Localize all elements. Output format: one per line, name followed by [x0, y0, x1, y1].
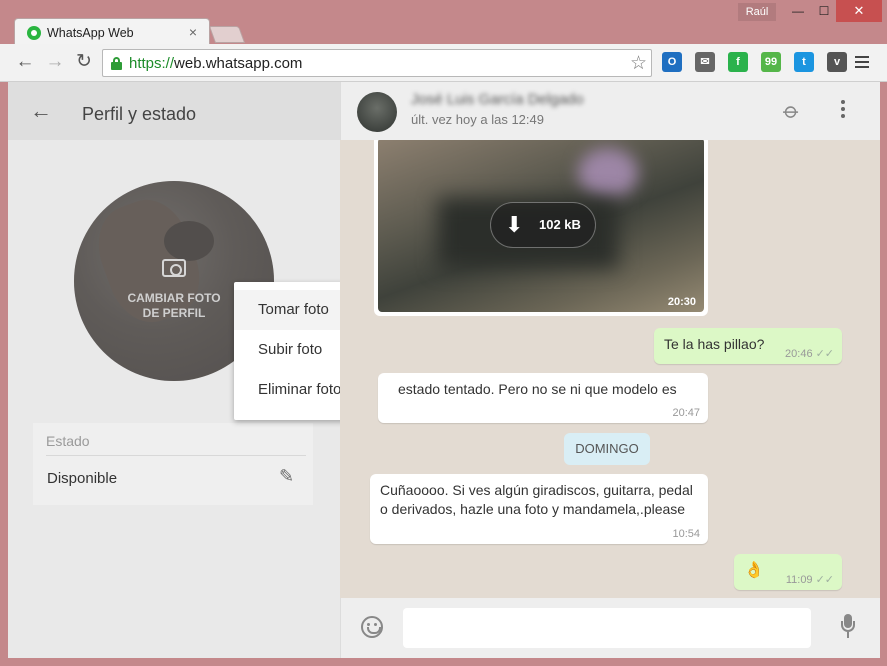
mail-extension-icon[interactable]: ✉: [695, 52, 715, 72]
message-composer: [340, 598, 880, 658]
message-time: 10:54: [672, 528, 700, 540]
microphone-icon[interactable]: [841, 614, 855, 642]
pocket-extension-icon[interactable]: v: [827, 52, 847, 72]
profile-header: ← Perfil y estado: [8, 82, 340, 140]
new-tab-button[interactable]: [208, 26, 246, 43]
change-photo-label: CAMBIAR FOTO DE PERFIL: [127, 291, 221, 320]
title-bar: WhatsApp Web × Raúl — ☐ ✕: [0, 0, 887, 46]
message-bubble[interactable]: Cuñaoooo. Si ves algún giradiscos, guita…: [370, 474, 708, 544]
download-button[interactable]: ⬇ 102 kB: [490, 202, 596, 248]
message-text-line2: o derivados, hazle una foto y mandamela,…: [380, 501, 686, 517]
window-border: [0, 658, 887, 666]
status-section: Estado Disponible ✎: [33, 423, 313, 505]
maximize-button[interactable]: ☐: [810, 0, 838, 22]
minimize-button[interactable]: —: [784, 0, 812, 22]
day-separator: DOMINGO: [564, 433, 650, 465]
forward-icon[interactable]: →: [44, 52, 66, 72]
user-badge[interactable]: Raúl: [738, 3, 776, 21]
camera-icon: [162, 259, 186, 277]
image-thumbnail: ⬇ 102 kB 20:30: [378, 140, 704, 312]
double-check-icon: ✓✓: [815, 348, 834, 360]
tab-title: WhatsApp Web: [47, 26, 134, 40]
browser-window: WhatsApp Web × Raúl — ☐ ✕ ← → ↻ https://…: [0, 0, 887, 666]
status-value: Disponible: [47, 470, 118, 487]
message-time: 20:46 ✓✓: [785, 348, 834, 360]
reload-icon[interactable]: ↻: [73, 52, 95, 72]
status-label: Estado: [46, 433, 90, 449]
evernote-extension-icon[interactable]: 99: [761, 52, 781, 72]
image-message[interactable]: ⬇ 102 kB 20:30: [374, 140, 708, 316]
message-bubble[interactable]: Te la has pillao? 20:46 ✓✓: [654, 328, 842, 364]
edit-pencil-icon[interactable]: ✎: [279, 466, 294, 487]
double-check-icon: ✓✓: [815, 574, 834, 586]
message-bubble[interactable]: 👌 11:09 ✓✓: [734, 554, 842, 590]
panel-title: Perfil y estado: [82, 104, 197, 124]
download-arrow-icon: ⬇: [505, 212, 524, 237]
message-text: estado tentado. Pero no se ni que modelo…: [398, 381, 677, 397]
close-window-button[interactable]: ✕: [836, 0, 882, 22]
whatsapp-icon: [27, 26, 41, 40]
message-time: 20:47: [672, 407, 700, 419]
image-size: 102 kB: [539, 217, 581, 232]
profile-panel: ← Perfil y estado CAMBIAR FOTO DE PERFIL …: [8, 82, 400, 658]
message-list: ⬇ 102 kB 20:30 Te la has pillao? 20:46 ✓✓…: [340, 140, 880, 598]
message-text: Te la has pillao?: [664, 336, 765, 352]
whatsapp-app: ← Perfil y estado CAMBIAR FOTO DE PERFIL …: [8, 82, 880, 658]
message-text: Cuñaoooo. Si ves algún giradiscos, guita…: [380, 482, 693, 498]
contact-last-seen: últ. vez hoy a las 12:49: [411, 112, 544, 127]
back-arrow-icon[interactable]: ←: [30, 98, 52, 124]
contact-avatar[interactable]: [357, 92, 397, 132]
more-options-icon[interactable]: [841, 100, 845, 121]
contact-name: José Luis García Delgado: [411, 91, 584, 108]
conversation-panel: José Luis García Delgado últ. vez hoy a …: [340, 82, 880, 658]
attach-clip-icon[interactable]: ⌀: [778, 97, 805, 125]
message-time: 11:09 ✓✓: [785, 574, 834, 586]
browser-toolbar: ← → ↻ https://web.whatsapp.com ☆ O ✉ f 99 t v: [0, 44, 887, 82]
twitter-extension-icon[interactable]: t: [794, 52, 814, 72]
tab-close-icon[interactable]: ×: [189, 24, 197, 40]
browser-tab[interactable]: WhatsApp Web ×: [14, 18, 210, 46]
feedly-extension-icon[interactable]: f: [728, 52, 748, 72]
conversation-header[interactable]: José Luis García Delgado últ. vez hoy a …: [340, 82, 880, 140]
outlook-extension-icon[interactable]: O: [662, 52, 682, 72]
url-text: https://web.whatsapp.com: [129, 55, 303, 72]
message-input[interactable]: [403, 608, 811, 648]
message-bubble[interactable]: estado tentado. Pero no se ni que modelo…: [378, 373, 708, 423]
back-icon[interactable]: ←: [14, 52, 36, 72]
lock-icon: [111, 57, 122, 70]
address-bar[interactable]: https://web.whatsapp.com ☆: [102, 49, 652, 77]
message-time: 20:30: [667, 296, 696, 308]
chrome-menu-icon[interactable]: [855, 54, 869, 70]
bookmark-star-icon[interactable]: ☆: [630, 52, 647, 75]
emoji-icon[interactable]: [361, 616, 383, 638]
divider: [46, 455, 306, 456]
emoji-message: 👌: [744, 562, 764, 579]
